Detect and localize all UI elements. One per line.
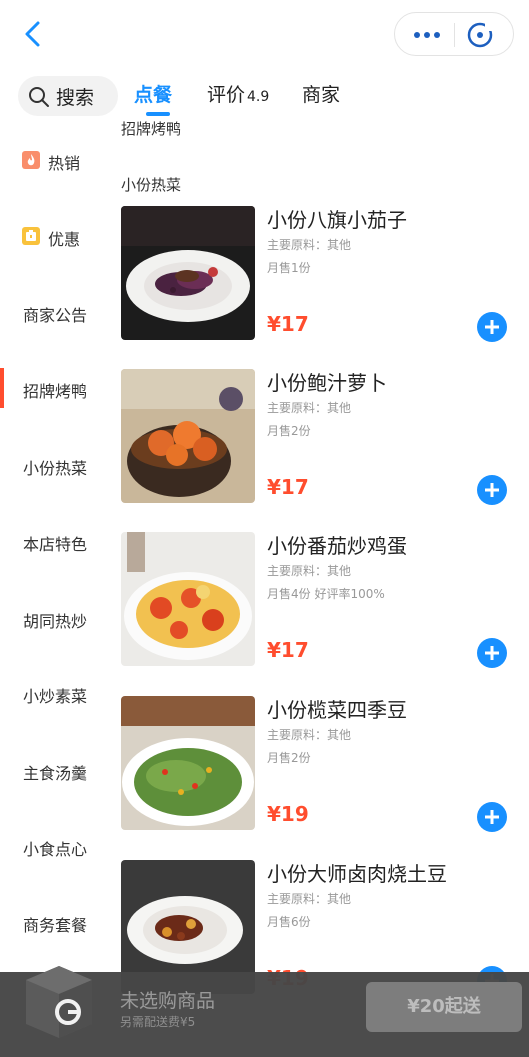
dish-ingredients: 主要原料：其他 [267,238,352,252]
dish-sales: 月售6份 [267,915,311,929]
sidebar-item-staples-soup[interactable]: 主食汤羹 [0,750,112,790]
sidebar-item-hutong-stirfry[interactable]: 胡同热炒 [0,598,112,638]
sticky-category-header: 招牌烤鸭 [121,120,182,138]
sidebar-item-house-special[interactable]: 本店特色 [0,521,112,561]
tab-order[interactable]: 点餐 [134,80,172,107]
chevron-left-icon [25,21,40,47]
dish-card[interactable]: 小份八旗小茄子 主要原料：其他 月售1份 ¥17 [121,206,521,346]
coupon-icon [22,227,40,245]
sidebar-item-label: 主食汤羹 [23,764,88,783]
cart-status: 未选购商品 [120,990,216,1012]
search-button[interactable]: 搜索 [18,76,118,116]
tab-merchant-label: 商家 [302,84,341,106]
search-label: 搜索 [56,87,95,109]
plus-circle-icon [477,802,507,832]
dish-sales: 月售1份 [267,261,311,275]
sidebar-item-label: 小炒素菜 [23,687,88,706]
dish-name: 小份番茄炒鸡蛋 [267,534,407,558]
dish-name: 小份大师卤肉烧土豆 [267,862,447,886]
tab-reviews-label: 评价 [207,84,246,106]
dish-sales: 月售2份 [267,751,311,765]
capsule-divider [454,23,455,47]
sidebar-item-signature-duck[interactable]: 招牌烤鸭 [0,368,112,408]
plus-circle-icon [477,475,507,505]
sidebar-item-discount[interactable]: 优惠 [0,216,112,256]
add-to-cart-button[interactable] [477,638,507,668]
dish-sales: 月售4份 好评率100% [267,587,385,601]
checkout-button[interactable]: ¥20起送 [366,982,522,1032]
sidebar-item-snacks[interactable]: 小食点心 [0,826,112,866]
search-icon [29,87,49,107]
dish-ingredients: 主要原料：其他 [267,401,352,415]
rating-score: 4.9 [247,89,270,105]
sidebar-item-label: 热销 [48,154,81,173]
back-button[interactable] [18,18,50,50]
dish-price: ¥17 [267,312,309,336]
add-to-cart-button[interactable] [477,802,507,832]
tab-reviews[interactable]: 评价 4.9 [207,80,269,107]
dish-price: ¥17 [267,475,309,499]
sidebar-item-hot[interactable]: 热销 [0,140,112,180]
sidebar-item-label: 小食点心 [23,840,88,859]
close-target-icon [467,22,493,48]
sidebar-item-label: 本店特色 [23,535,88,554]
dish-ingredients: 主要原料：其他 [267,892,352,906]
category-sidebar: 热销 优惠 商家公告 招牌烤鸭 小份热菜 本店特色 胡同热炒 小炒素菜 主食汤羹… [0,130,112,980]
dish-sales: 月售2份 [267,424,311,438]
dish-image [121,696,255,830]
sidebar-item-label: 商务套餐 [23,916,88,935]
fire-icon [22,151,40,169]
sidebar-item-label: 小份热菜 [23,459,88,478]
delivery-fee: 另需配送费¥5 [120,1015,196,1029]
dish-image [121,532,255,666]
add-to-cart-button[interactable] [477,312,507,342]
close-mini-program-button[interactable] [466,21,494,49]
dish-ingredients: 主要原料：其他 [267,728,352,742]
sidebar-item-veg-stirfry[interactable]: 小炒素菜 [0,673,112,713]
more-icon [414,32,440,38]
dish-card[interactable]: 小份番茄炒鸡蛋 主要原料：其他 月售4份 好评率100% ¥17 [121,532,521,672]
dish-name: 小份鲍汁萝卜 [267,371,387,395]
sidebar-item-label: 招牌烤鸭 [23,382,88,401]
mini-program-capsule [394,12,514,56]
dish-name: 小份八旗小茄子 [267,208,407,232]
active-indicator [0,368,4,408]
dish-card[interactable]: 小份榄菜四季豆 主要原料：其他 月售2份 ¥19 [121,696,521,836]
tab-order-label: 点餐 [134,84,173,106]
more-button[interactable] [409,25,445,45]
tab-merchant[interactable]: 商家 [302,80,340,107]
dish-price: ¥17 [267,638,309,662]
dish-price: ¥19 [267,802,309,826]
sidebar-item-label: 胡同热炒 [23,612,88,631]
dish-ingredients: 主要原料：其他 [267,564,352,578]
sidebar-item-small-hot-dishes[interactable]: 小份热菜 [0,445,112,485]
add-to-cart-button[interactable] [477,475,507,505]
section-title: 小份热菜 [121,176,182,194]
dish-image [121,206,255,340]
dish-image [121,369,255,503]
sidebar-item-label: 商家公告 [23,306,88,325]
sidebar-item-business-set[interactable]: 商务套餐 [0,902,112,942]
plus-circle-icon [477,312,507,342]
dish-name: 小份榄菜四季豆 [267,698,407,722]
cart-box-icon [26,966,92,1038]
sidebar-item-notice[interactable]: 商家公告 [0,292,112,332]
sidebar-item-label: 优惠 [48,230,81,249]
cart-button[interactable] [22,962,96,1042]
cart-bar: 未选购商品 另需配送费¥5 ¥20起送 [0,966,529,1057]
plus-circle-icon [477,638,507,668]
dish-card[interactable]: 小份鲍汁萝卜 主要原料：其他 月售2份 ¥17 [121,369,521,509]
active-tab-indicator [146,112,170,116]
